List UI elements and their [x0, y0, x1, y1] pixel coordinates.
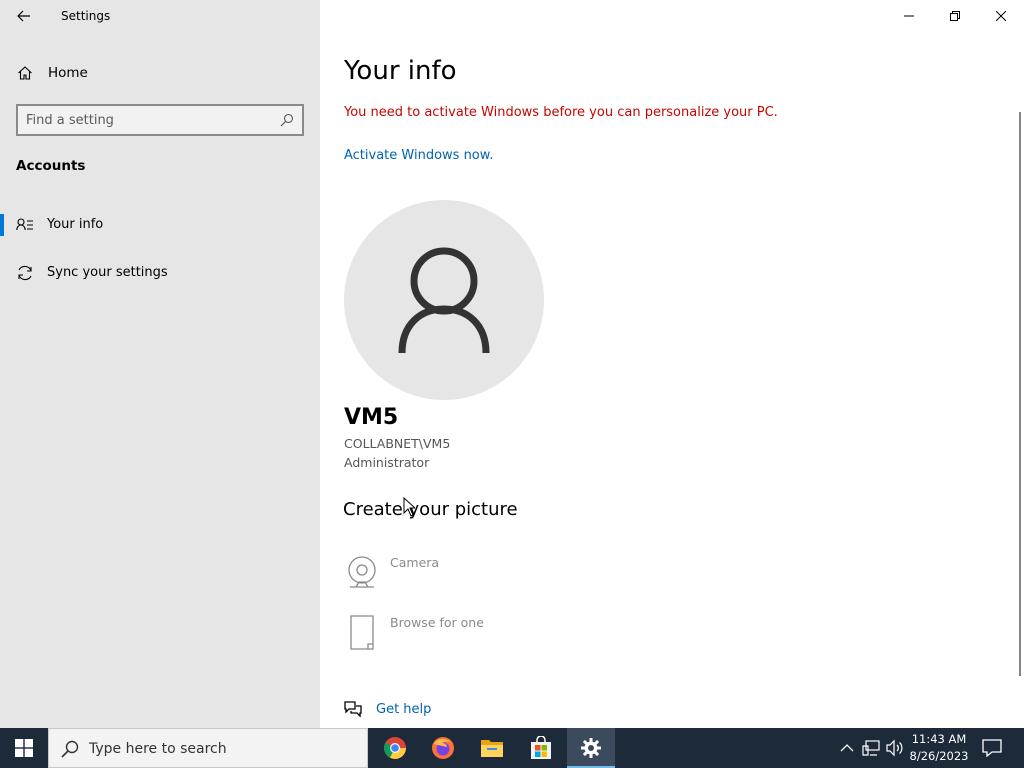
back-button[interactable] [8, 2, 40, 30]
taskbar-clock[interactable]: 11:43 AM 8/26/2023 [908, 731, 970, 765]
chevron-up-icon[interactable] [838, 739, 856, 757]
network-icon[interactable] [862, 739, 880, 757]
volume-icon[interactable] [886, 739, 904, 757]
taskbar: Type here to search 11:43 AM 8/26/2023 [0, 728, 1024, 768]
search-icon[interactable] [280, 113, 294, 127]
user-avatar [344, 200, 544, 400]
sync-icon [18, 265, 32, 281]
camera-icon [348, 556, 376, 588]
firefox-icon [432, 737, 454, 759]
file-icon [350, 615, 374, 650]
notification-center-icon[interactable] [982, 739, 1002, 757]
section-title-accounts: Accounts [16, 158, 86, 174]
vertical-scrollbar[interactable] [1019, 112, 1021, 676]
sidebar-item-your-info[interactable]: Your info [0, 207, 320, 243]
store-icon [531, 736, 551, 759]
help-chat-icon [344, 701, 362, 718]
taskbar-app-firefox[interactable] [419, 728, 467, 768]
taskbar-search-box[interactable]: Type here to search [48, 728, 368, 768]
user-domain: COLLABNET\VM5 [344, 436, 451, 451]
sidebar-item-label: Sync your settings [47, 265, 168, 280]
chrome-icon [384, 737, 406, 759]
get-help-label: Get help [376, 702, 432, 717]
get-help-link[interactable]: Get help [344, 700, 544, 722]
nav-home[interactable]: Home [0, 60, 320, 86]
taskbar-app-file-explorer[interactable] [468, 728, 516, 768]
page-title: Your info [344, 56, 457, 86]
person-list-icon [16, 218, 33, 231]
close-icon [996, 11, 1006, 21]
clock-date: 8/26/2023 [909, 749, 969, 763]
folder-icon [481, 740, 503, 757]
restore-icon [950, 11, 960, 21]
camera-option[interactable]: Camera [344, 555, 594, 599]
sidebar-item-label: Your info [47, 217, 104, 232]
taskbar-app-settings[interactable] [567, 728, 615, 768]
minimize-button[interactable] [886, 0, 932, 32]
close-button[interactable] [978, 0, 1024, 32]
browse-option[interactable]: Browse for one [344, 615, 594, 659]
restore-button[interactable] [932, 0, 978, 32]
app-title: Settings [61, 9, 111, 23]
start-button[interactable] [0, 728, 48, 768]
create-picture-heading: Create your picture [343, 499, 518, 520]
gear-icon [581, 738, 601, 758]
camera-option-label: Camera [390, 555, 440, 570]
settings-search-input[interactable] [26, 110, 276, 130]
clock-time: 11:43 AM [911, 732, 967, 746]
minimize-icon [904, 15, 914, 17]
activate-windows-link[interactable]: Activate Windows now. [344, 148, 493, 163]
back-arrow-icon [17, 10, 30, 22]
user-silhouette-icon [398, 247, 490, 354]
taskbar-app-chrome[interactable] [371, 728, 419, 768]
home-icon [18, 66, 32, 80]
taskbar-app-microsoft-store[interactable] [517, 728, 565, 768]
browse-option-label: Browse for one [390, 615, 484, 630]
search-icon [61, 740, 79, 758]
navigation-pane: Settings Home Accounts Your info Sync yo… [0, 0, 320, 728]
taskbar-search-placeholder: Type here to search [89, 741, 227, 757]
activation-warning: You need to activate Windows before you … [344, 105, 778, 120]
mouse-cursor-icon [403, 497, 415, 517]
user-role: Administrator [344, 455, 430, 470]
sidebar-item-sync-settings[interactable]: Sync your settings [0, 255, 320, 291]
windows-logo-icon [15, 739, 33, 757]
user-name: VM5 [344, 405, 399, 430]
nav-home-label: Home [48, 65, 88, 81]
settings-search-box[interactable] [16, 104, 304, 136]
